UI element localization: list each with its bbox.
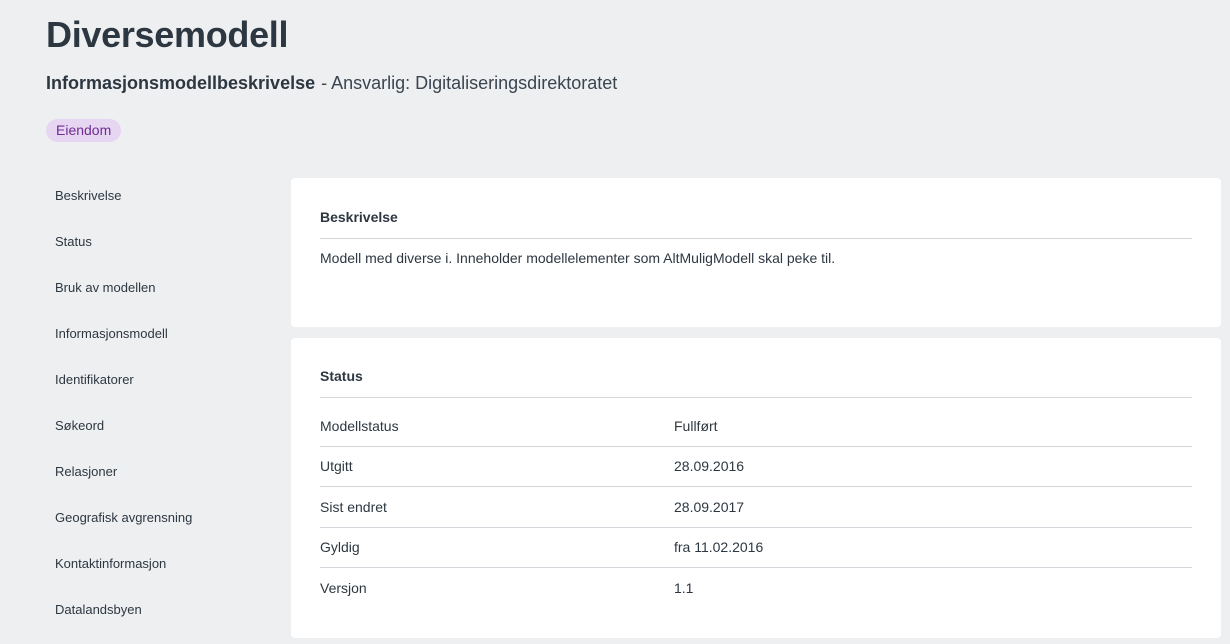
status-value: fra 11.02.2016 — [674, 539, 764, 556]
sidebar-item-beskrivelse[interactable]: Beskrivelse — [55, 180, 275, 226]
sidebar-item-informasjonsmodell[interactable]: Informasjonsmodell — [55, 318, 275, 364]
status-table: Modellstatus Fullført Utgitt 28.09.2016 … — [320, 406, 1192, 609]
status-key: Sist endret — [320, 498, 387, 515]
sidebar-item-relasjoner[interactable]: Relasjoner — [55, 456, 275, 502]
status-card: Status Modellstatus Fullført Utgitt 28.0… — [291, 338, 1221, 638]
sidebar-item-bruk-av-modellen[interactable]: Bruk av modellen — [55, 272, 275, 318]
sidebar-item-status[interactable]: Status — [55, 226, 275, 272]
status-key: Gyldig — [320, 539, 360, 556]
sidebar-item-kontaktinformasjon[interactable]: Kontaktinformasjon — [55, 548, 275, 594]
sidebar-nav: Beskrivelse Status Bruk av modellen Info… — [55, 180, 275, 640]
subtitle-type: Informasjonsmodellbeskrivelse — [46, 73, 316, 93]
sidebar-item-datalandsbyen[interactable]: Datalandsbyen — [55, 594, 275, 640]
description-heading: Beskrivelse — [320, 178, 1192, 239]
status-row-modellstatus: Modellstatus Fullført — [320, 406, 1192, 447]
subtitle-responsible: - Ansvarlig: Digitaliseringsdirektoratet — [321, 73, 618, 93]
sidebar-item-sokeord[interactable]: Søkeord — [55, 410, 275, 456]
description-text: Modell med diverse i. Inneholder modelle… — [320, 250, 836, 266]
page-subtitle: Informasjonsmodellbeskrivelse - Ansvarlig… — [46, 73, 617, 94]
status-value: 28.09.2017 — [674, 498, 745, 515]
sidebar-item-geografisk-avgrensning[interactable]: Geografisk avgrensning — [55, 502, 275, 548]
status-heading: Status — [320, 338, 1192, 398]
sidebar-item-identifikatorer[interactable]: Identifikatorer — [55, 364, 275, 410]
description-card: Beskrivelse Modell med diverse i. Inneho… — [291, 178, 1221, 327]
status-key: Modellstatus — [320, 417, 399, 434]
status-key: Versjon — [320, 580, 367, 597]
page-title: Diversemodell — [46, 14, 289, 55]
status-key: Utgitt — [320, 458, 353, 475]
status-row-utgitt: Utgitt 28.09.2016 — [320, 447, 1192, 487]
status-value: 28.09.2016 — [674, 458, 745, 475]
status-row-versjon: Versjon 1.1 — [320, 568, 1192, 609]
status-row-gyldig: Gyldig fra 11.02.2016 — [320, 528, 1192, 568]
status-row-sist-endret: Sist endret 28.09.2017 — [320, 487, 1192, 528]
theme-tag[interactable]: Eiendom — [46, 119, 122, 142]
status-value: 1.1 — [674, 580, 694, 597]
status-value: Fullført — [674, 417, 718, 434]
